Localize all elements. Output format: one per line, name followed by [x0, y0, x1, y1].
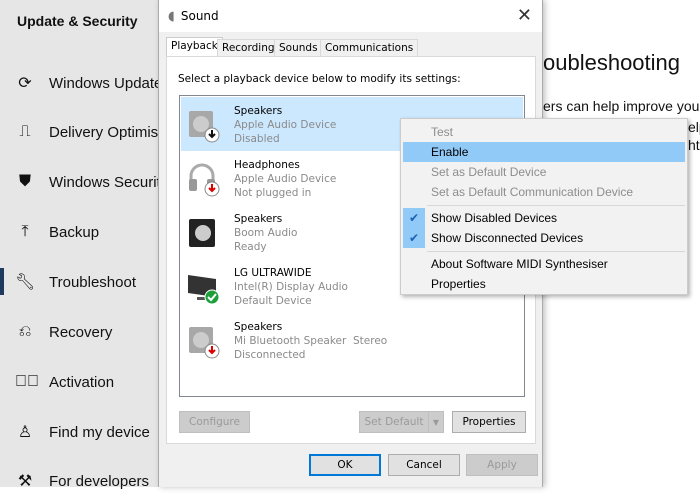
checkmark-icon: ✔ — [403, 208, 425, 228]
device-description: Mi Bluetooth Speaker Stereo — [234, 335, 388, 347]
sidebar-item-backup[interactable]: ⤒ Backup — [0, 217, 170, 247]
sidebar-item-label: Windows Update — [49, 74, 163, 92]
device-status: Not plugged in — [234, 187, 312, 199]
device-description: Intel(R) Display Audio — [234, 281, 348, 293]
sidebar-item-label: Delivery Optimisa — [49, 123, 167, 141]
set-default-button[interactable]: Set Default — [359, 411, 429, 433]
device-status: Disconnected — [234, 349, 306, 361]
device-status: Default Device — [234, 295, 312, 307]
device-description: Apple Audio Device — [234, 119, 337, 131]
menu-item-about-midi-synthesiser[interactable]: About Software MIDI Synthesiser — [403, 254, 685, 274]
monitor-icon — [188, 275, 220, 305]
device-name: Speakers — [234, 105, 283, 117]
menu-item-label: Properties — [431, 277, 486, 291]
menu-item-set-default-device[interactable]: Set as Default Device — [403, 162, 685, 182]
sidebar-item-windows-update[interactable]: ⟳ Windows Update — [0, 68, 170, 98]
properties-button[interactable]: Properties — [452, 411, 526, 433]
menu-separator — [427, 251, 685, 252]
sidebar-item-troubleshoot[interactable]: 🔧︎ Troubleshoot — [0, 267, 170, 297]
description-line: ers can help improve you — [543, 98, 700, 114]
dialog-titlebar[interactable]: ◖ Sound ✕ — [159, 0, 542, 32]
sidebar-item-find-my-device[interactable]: ♙ Find my device — [0, 417, 170, 447]
sidebar-item-for-developers[interactable]: ⚒ For developers — [0, 466, 170, 496]
device-description: Boom Audio — [234, 227, 298, 239]
menu-item-properties[interactable]: Properties — [403, 274, 685, 294]
menu-item-show-disabled-devices[interactable]: ✔ Show Disabled Devices — [403, 208, 685, 228]
tab-playback[interactable]: Playback — [166, 37, 223, 57]
check-circle-icon: ✓⃝ — [15, 373, 39, 390]
menu-separator — [427, 205, 685, 206]
person-location-icon: ♙ — [17, 424, 33, 441]
tab-recording[interactable]: Recording — [217, 39, 280, 57]
refresh-icon: ⟳ — [18, 75, 32, 92]
device-name: LG ULTRAWIDE — [234, 267, 312, 279]
tab-communications[interactable]: Communications — [320, 39, 419, 57]
settings-sidebar: Update & Security ⟳ Windows Update ⎍ Deliv… — [0, 0, 170, 490]
wrench-icon: 🔧︎ — [15, 274, 36, 291]
speaker-icon — [189, 219, 215, 247]
sidebar-item-label: Backup — [49, 223, 100, 241]
sidebar-item-windows-security[interactable]: ⛊ Windows Security — [0, 167, 170, 197]
menu-item-label: About Software MIDI Synthesiser — [431, 257, 608, 271]
speaker-disconnected-icon — [189, 327, 220, 359]
sidebar-item-label: Recovery — [49, 323, 113, 341]
dialog-title: Sound — [180, 9, 219, 23]
menu-item-set-default-communication-device[interactable]: Set as Default Communication Device — [403, 182, 685, 202]
device-name: Headphones — [234, 159, 300, 171]
menu-item-label: Set as Default Communication Device — [431, 185, 634, 199]
device-name: Speakers — [234, 321, 283, 333]
tools-icon: ⚒ — [17, 473, 33, 490]
close-icon[interactable]: ✕ — [517, 5, 532, 26]
delivery-icon: ⎍ — [19, 123, 31, 140]
sidebar-item-activation[interactable]: ✓⃝ Activation — [0, 367, 170, 397]
sidebar-item-label: Find my device — [49, 423, 150, 441]
sidebar-title: Update & Security — [17, 13, 138, 29]
menu-item-label: Enable — [431, 145, 469, 159]
tab-sounds[interactable]: Sounds — [274, 39, 323, 57]
apply-button[interactable]: Apply — [466, 454, 538, 476]
menu-item-test[interactable]: Test — [403, 122, 685, 142]
recovery-icon: ⎌ — [18, 323, 32, 340]
sidebar-item-label: Troubleshoot — [49, 273, 136, 291]
context-menu: Test Enable Set as Default Device Set as… — [400, 118, 688, 295]
chevron-down-icon: ▼ — [432, 417, 440, 427]
menu-item-label: Set as Default Device — [431, 165, 547, 179]
menu-item-label: Test — [431, 125, 454, 139]
speaker-disabled-icon — [189, 111, 220, 143]
menu-item-enable[interactable]: Enable — [403, 142, 685, 162]
upload-arrow-icon: ⤒ — [21, 223, 29, 240]
sidebar-item-label: Activation — [49, 373, 115, 391]
sidebar-item-label: Windows Security — [49, 173, 169, 191]
device-description: Apple Audio Device — [234, 173, 337, 185]
device-status: Ready — [234, 241, 267, 253]
set-default-dropdown[interactable]: ▼ — [428, 411, 444, 433]
device-name: Speakers — [234, 213, 283, 225]
sidebar-item-delivery-optimisation[interactable]: ⎍ Delivery Optimisa — [0, 117, 170, 147]
checkmark-icon: ✔ — [403, 228, 425, 248]
ok-button[interactable]: OK — [309, 454, 381, 476]
description-line: ht — [688, 137, 700, 153]
sidebar-item-recovery[interactable]: ⎌ Recovery — [0, 317, 170, 347]
device-status: Disabled — [234, 133, 280, 145]
cancel-button[interactable]: Cancel — [388, 454, 460, 476]
speaker-app-icon: ◖ — [168, 8, 175, 24]
device-row[interactable]: Speakers Mi Bluetooth Speaker Stereo Disco… — [181, 313, 523, 367]
menu-item-label: Show Disabled Devices — [431, 211, 558, 225]
description-line: elp — [688, 119, 700, 135]
configure-button[interactable]: Configure — [179, 411, 250, 433]
headphones-icon — [189, 163, 220, 197]
menu-item-label: Show Disconnected Devices — [431, 231, 584, 245]
instruction-text: Select a playback device below to modify… — [178, 73, 461, 85]
menu-item-show-disconnected-devices[interactable]: ✔ Show Disconnected Devices — [403, 228, 685, 248]
shield-icon: ⛊ — [18, 173, 31, 190]
page-heading: oubleshooting — [543, 50, 681, 75]
